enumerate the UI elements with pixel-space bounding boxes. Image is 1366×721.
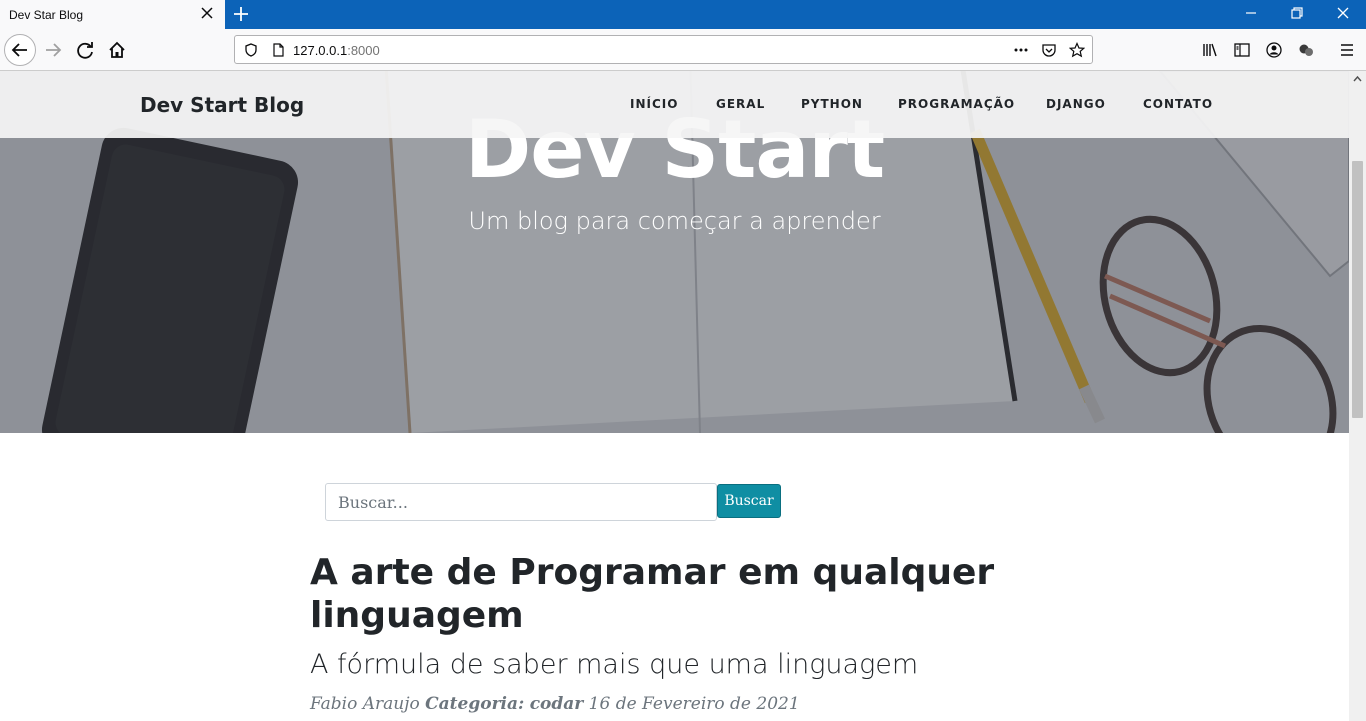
hero-subtitle: Um blog para começar a aprender <box>468 207 881 235</box>
post-category-label: Categoria: <box>425 694 525 714</box>
nav-link-inicio[interactable]: INÍCIO <box>630 97 678 111</box>
restore-icon[interactable] <box>1290 6 1304 20</box>
post-date: 16 de Fevereiro de 2021 <box>588 694 800 714</box>
pocket-icon[interactable] <box>1041 42 1057 58</box>
post-category[interactable]: codar <box>530 694 584 714</box>
close-window-icon[interactable] <box>1336 6 1350 20</box>
home-icon[interactable] <box>102 35 132 65</box>
post-title[interactable]: A arte de Programar em qualquer linguage… <box>310 551 1010 637</box>
nav-link-django[interactable]: DJANGO <box>1046 97 1106 111</box>
sidebar-icon[interactable] <box>1233 41 1251 59</box>
post-subtitle: A fórmula de saber mais que uma linguage… <box>310 649 919 680</box>
back-arrow-icon <box>11 43 27 57</box>
shield-icon[interactable] <box>243 42 259 58</box>
nav-link-contato[interactable]: CONTATO <box>1143 97 1213 111</box>
page-viewport: Dev Start Um blog para começar a aprende… <box>0 71 1349 721</box>
scroll-thumb[interactable] <box>1352 161 1363 418</box>
url-text: 127.0.0.1:8000 <box>293 43 380 58</box>
page-info-icon[interactable] <box>270 42 286 58</box>
hero-header: Dev Start Um blog para começar a aprende… <box>0 71 1349 433</box>
extensions-icon[interactable] <box>1297 41 1315 59</box>
back-button[interactable] <box>4 34 36 66</box>
scroll-up-arrow-icon[interactable] <box>1353 75 1362 84</box>
tab-title: Dev Star Blog <box>9 8 84 22</box>
more-actions-icon[interactable] <box>1013 42 1029 58</box>
page-scrollbar[interactable] <box>1349 71 1366 721</box>
nav-link-python[interactable]: PYTHON <box>801 97 863 111</box>
post-meta: Fabio Araujo Categoria: codar 16 de Feve… <box>310 694 800 714</box>
site-brand[interactable]: Dev Start Blog <box>140 93 304 117</box>
nav-link-programacao[interactable]: PROGRAMAÇÃO <box>898 97 1015 111</box>
browser-tab-bar: Dev Star Blog <box>0 0 1366 29</box>
library-icon[interactable] <box>1201 41 1219 59</box>
new-tab-icon[interactable] <box>232 5 250 23</box>
reload-icon[interactable] <box>70 35 100 65</box>
address-bar[interactable]: 127.0.0.1:8000 <box>234 35 1093 64</box>
minimize-icon[interactable] <box>1244 6 1258 20</box>
forward-arrow-icon[interactable] <box>38 35 68 65</box>
site-navbar: Dev Start Blog INÍCIO GERAL PYTHON PROGR… <box>0 71 1349 138</box>
nav-link-geral[interactable]: GERAL <box>716 97 765 111</box>
post-author: Fabio Araujo <box>310 694 420 714</box>
menu-icon[interactable] <box>1338 41 1356 59</box>
search-button[interactable]: Buscar <box>717 484 781 518</box>
search-input[interactable] <box>325 483 717 521</box>
close-tab-icon[interactable] <box>200 6 214 20</box>
bookmark-star-icon[interactable] <box>1069 42 1085 58</box>
account-icon[interactable] <box>1265 41 1283 59</box>
browser-toolbar: 127.0.0.1:8000 <box>0 29 1366 71</box>
browser-tab[interactable]: Dev Star Blog <box>0 0 225 29</box>
